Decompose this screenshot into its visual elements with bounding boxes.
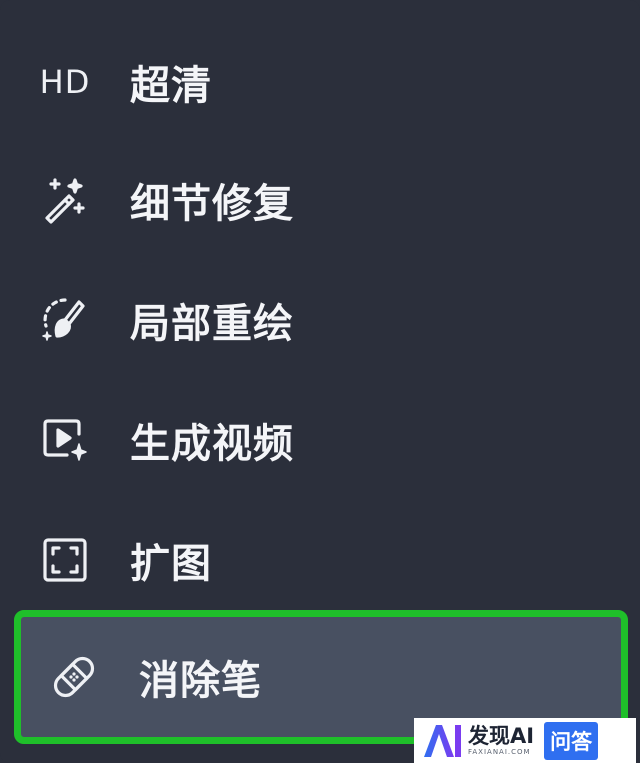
expand-icon <box>38 533 92 587</box>
menu-item-label: 细节修复 <box>130 181 294 227</box>
watermark-tag: 问答 <box>544 721 599 760</box>
hd-icon: HD <box>38 55 92 109</box>
watermark: 发现AI FAXIANAI.COM 问答 <box>414 718 636 763</box>
menu-item-hd[interactable]: HD 超清 <box>20 34 622 130</box>
menu-item-label: 超清 <box>130 63 212 109</box>
bandage-icon <box>47 650 101 704</box>
menu-item-label: 局部重绘 <box>130 301 294 347</box>
menu-item-expand-image[interactable]: 扩图 <box>20 512 622 608</box>
menu-item-partial-redraw[interactable]: 局部重绘 <box>20 272 622 368</box>
menu-item-label: 生成视频 <box>130 421 294 467</box>
menu-item-generate-video[interactable]: 生成视频 <box>20 392 622 488</box>
magic-wand-icon <box>38 173 92 227</box>
menu-panel: HD 超清 细节修复 局部重绘 生成视频 扩图 消除笔 <box>0 0 640 763</box>
watermark-brand: 发现AI <box>468 723 535 748</box>
watermark-domain: FAXIANAI.COM <box>468 747 531 756</box>
brand-logo-icon <box>424 724 461 757</box>
menu-item-detail-repair[interactable]: 细节修复 <box>20 152 622 248</box>
menu-item-label: 扩图 <box>130 541 212 587</box>
video-sparkle-icon <box>38 413 92 467</box>
brush-icon <box>38 293 92 347</box>
menu-item-label: 消除笔 <box>139 658 262 704</box>
hd-icon-text: HD <box>39 63 91 101</box>
